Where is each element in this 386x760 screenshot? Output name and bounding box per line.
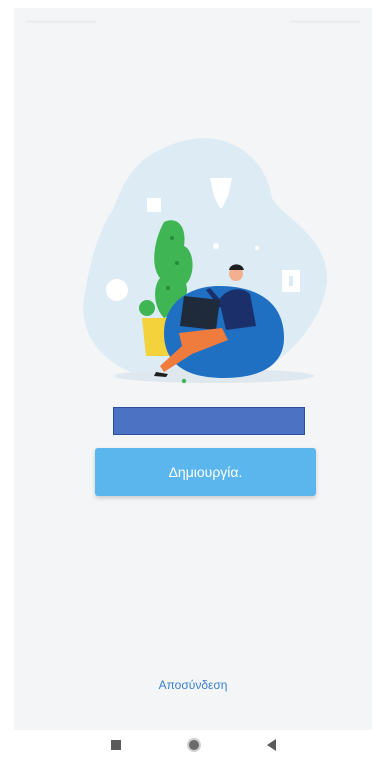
recents-square-icon[interactable] [110, 740, 121, 750]
create-button[interactable]: Δημιουργία. [95, 448, 316, 496]
status-bar [14, 8, 372, 34]
system-nav-bar [0, 730, 386, 760]
app-screen: Δημιουργία. Αποσύνδεση [14, 8, 372, 730]
welcome-illustration [83, 138, 327, 384]
back-triangle-icon[interactable] [266, 739, 276, 751]
home-circle-icon[interactable] [186, 738, 201, 752]
status-right-icons [290, 20, 360, 23]
status-left-icons [26, 20, 96, 23]
redacted-message [113, 407, 305, 435]
logout-link[interactable]: Αποσύνδεση [14, 678, 372, 692]
